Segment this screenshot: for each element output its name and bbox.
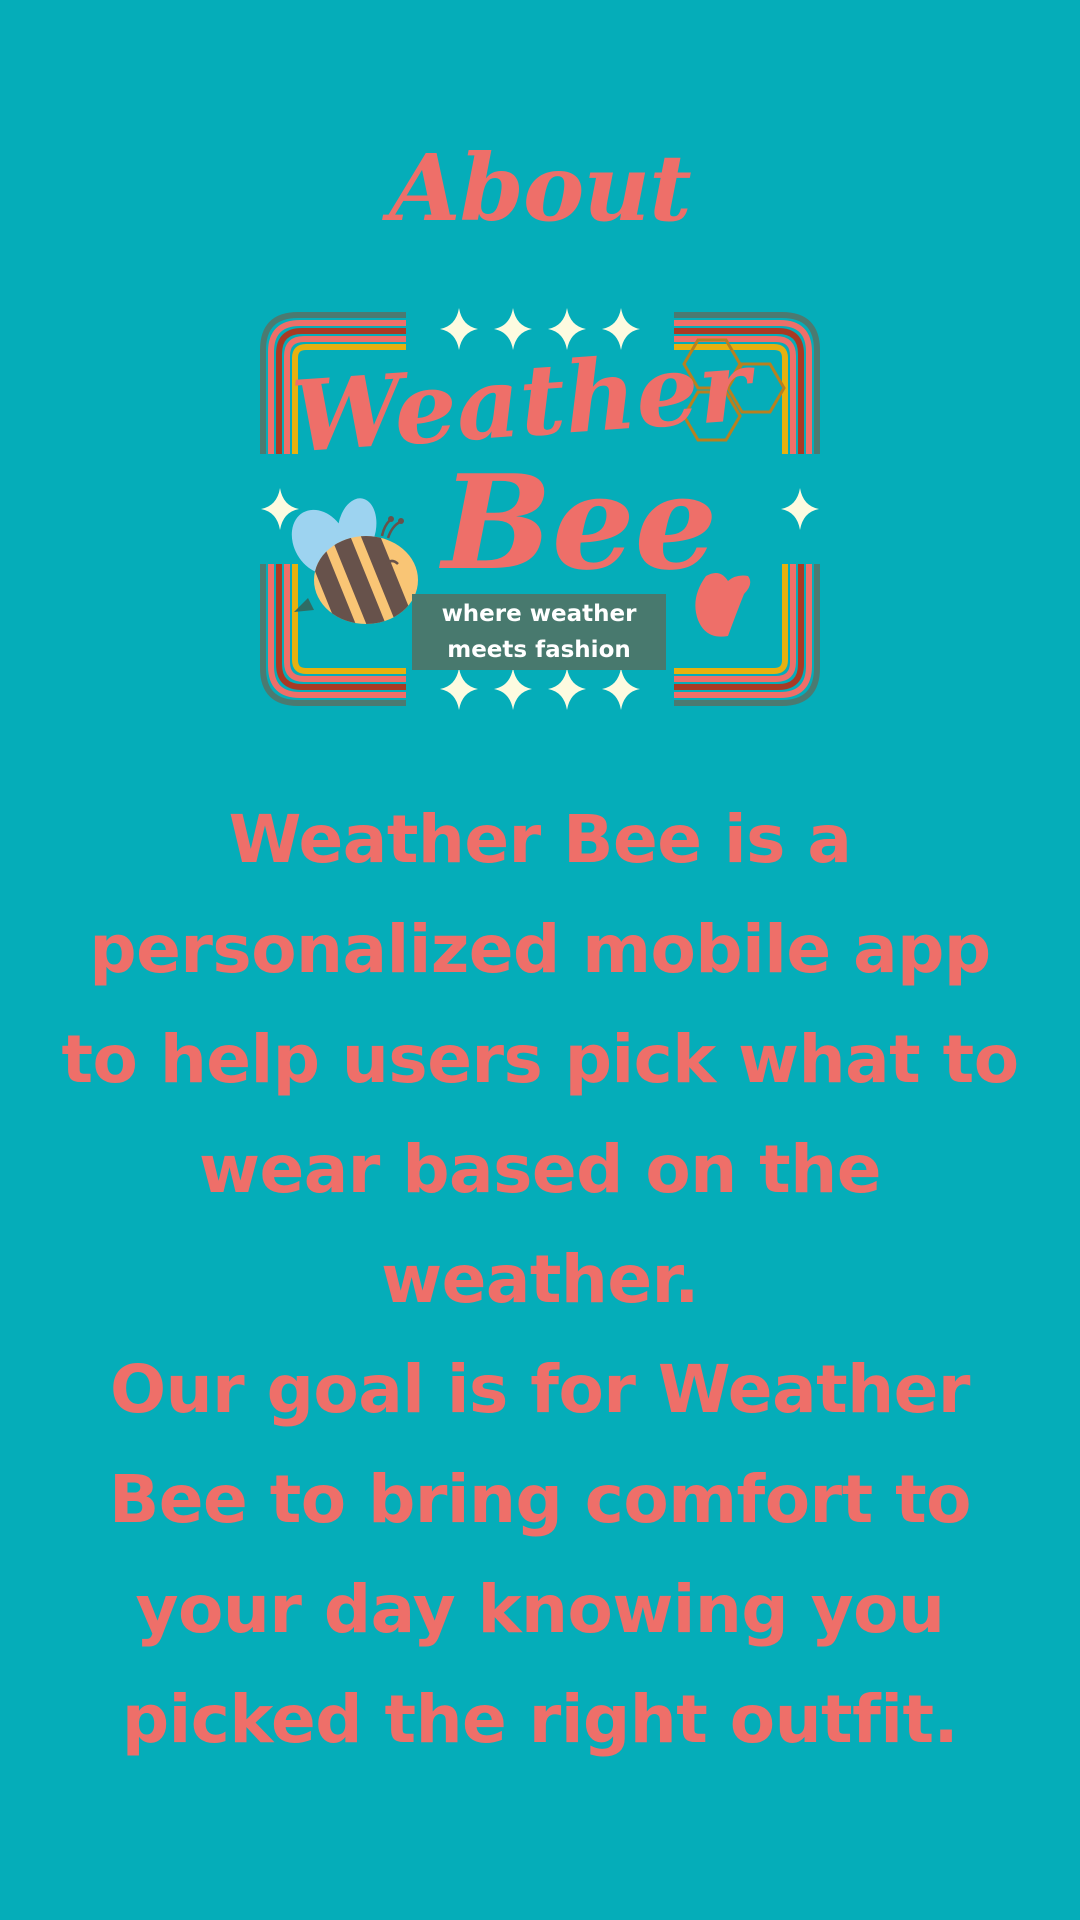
about-description: Weather Bee is a personalized mobile app… xyxy=(60,785,1020,1775)
drop-icon xyxy=(695,572,751,637)
about-paragraph-goal: Our goal is for Weather Bee to bring com… xyxy=(108,1351,972,1758)
tagline-text: where weather meets fashion xyxy=(441,601,637,663)
tagline-badge: where weather meets fashion xyxy=(412,594,666,670)
logo-word-bee: Bee xyxy=(438,446,717,599)
sparkle-icon xyxy=(440,668,640,710)
page-title: About xyxy=(389,134,691,242)
weather-bee-logo: Weather Bee where weather meets fashion xyxy=(258,306,822,712)
bee-icon xyxy=(291,498,418,624)
about-paragraph-intro: Weather Bee is a personalized mobile app… xyxy=(61,801,1019,1318)
